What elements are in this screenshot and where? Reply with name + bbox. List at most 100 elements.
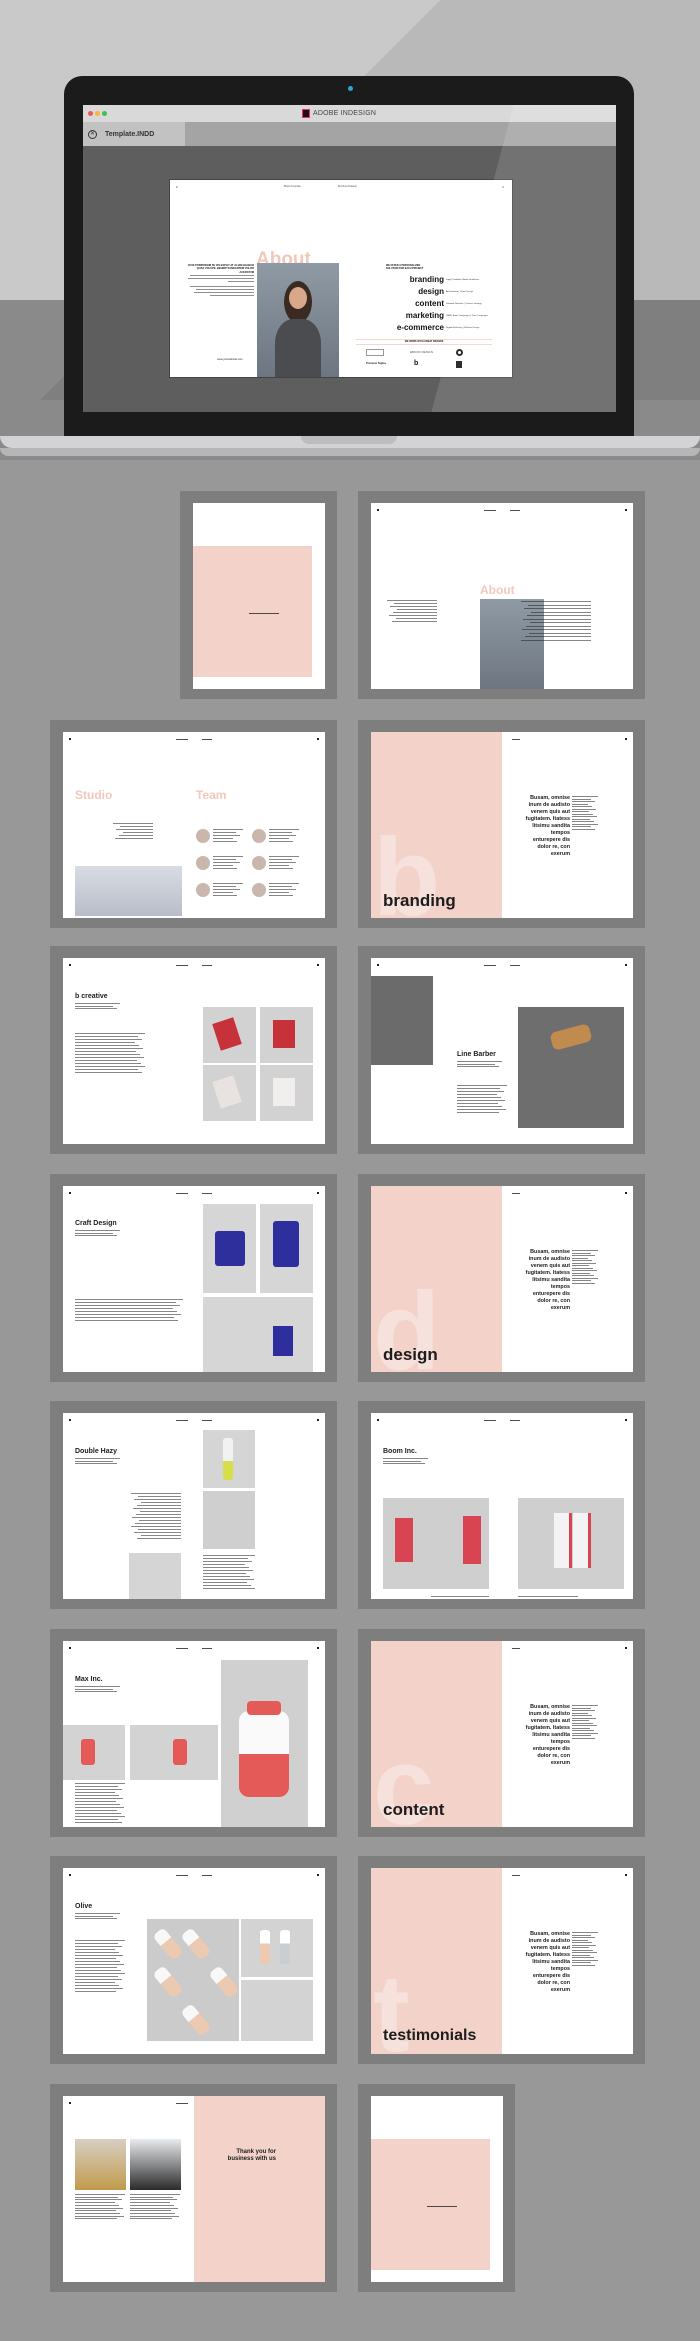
text-line <box>572 1932 598 1933</box>
service-content: content <box>415 299 444 308</box>
package-mockup <box>273 1078 295 1106</box>
thumbnail-line-barber[interactable]: Line Barber <box>358 946 645 1154</box>
text-line <box>75 1066 145 1067</box>
indesign-logo-icon <box>302 109 310 118</box>
text-line <box>213 835 240 836</box>
text-line <box>572 1952 597 1953</box>
page-number <box>625 509 627 511</box>
webcam-icon <box>348 86 353 91</box>
portrait-photo <box>480 599 544 689</box>
page-number <box>625 1647 627 1649</box>
text-line <box>113 823 153 824</box>
text-line <box>530 622 591 623</box>
minimize-window-button[interactable] <box>95 111 100 116</box>
running-header <box>510 510 520 511</box>
text-line <box>213 892 233 893</box>
text-line <box>75 1961 120 1962</box>
close-window-button[interactable] <box>88 111 93 116</box>
thumbnail-boom-inc[interactable]: Boom Inc. <box>358 1401 645 1609</box>
text-line <box>572 1732 598 1734</box>
text-line <box>269 868 293 869</box>
text-line <box>572 1277 598 1279</box>
section-title: design <box>383 1345 438 1364</box>
text-line <box>457 1063 495 1065</box>
thumbnail-max-inc[interactable]: Max Inc. <box>50 1629 337 1837</box>
text-line <box>522 629 591 630</box>
text-line <box>457 1088 500 1089</box>
tab-template-indd[interactable]: ✕ Template.INDD <box>83 122 185 146</box>
service-branding: branding <box>409 275 444 284</box>
text-line <box>521 601 591 602</box>
thumbnail-craft-design[interactable]: Craft Design <box>50 1174 337 1382</box>
text-line <box>75 1964 124 1965</box>
text-line <box>213 865 233 866</box>
text-line <box>394 603 437 604</box>
intro-heading: DUIS PORROSSIM TE VIS EXPLIT AT ALIAM HI… <box>188 264 254 274</box>
text-line <box>75 1991 116 1992</box>
text-line <box>269 829 299 830</box>
page-testimonials: t testimonials Busam, omnise inum de audis… <box>371 1868 633 2054</box>
section-intro-text: Busam, omnise inum de audisto venem quis… <box>525 1249 570 1311</box>
page-double-hazy: Double Hazy <box>63 1413 325 1599</box>
text-line <box>130 2218 172 2220</box>
cover-caption <box>249 613 279 614</box>
text-line <box>383 1463 425 1464</box>
text-line <box>75 1804 120 1805</box>
app-title: ADOBE INDESIGN <box>302 108 376 119</box>
thumbnail-double-hazy[interactable]: Double Hazy <box>50 1401 337 1609</box>
close-circle-icon[interactable]: ✕ <box>88 129 97 139</box>
text-line <box>138 1496 181 1497</box>
text-line <box>203 1567 249 1568</box>
studio-photo <box>75 866 182 916</box>
page-number <box>69 2102 71 2104</box>
page-content: c content Busam, omnise inum de audisto ve… <box>371 1641 633 1827</box>
text-line <box>75 1813 121 1814</box>
brands-heading: WE WORK WITH GREAT BRANDS <box>404 340 444 343</box>
thumbnail-about[interactable]: About <box>358 491 645 699</box>
service-detail: Logo | Portfolio | Brand Guidelines <box>446 279 480 281</box>
section-title: content <box>383 1800 445 1819</box>
text-line <box>75 2204 119 2206</box>
text-line <box>130 2199 177 2201</box>
team-title: Team <box>196 788 227 802</box>
thumbnail-studio-team[interactable]: Studio Team <box>50 720 337 928</box>
thumbnail-olive[interactable]: Olive <box>50 1856 337 2064</box>
thumbnail-branding[interactable]: b branding Busam, omnise inum de audisto v… <box>358 720 645 928</box>
thumbnail-b-creative[interactable]: b creative <box>50 946 337 1154</box>
text-line <box>75 2202 115 2204</box>
thumbnail-testimonials[interactable]: t testimonials Busam, omnise inum de audis… <box>358 1856 645 2064</box>
text-line <box>75 1918 117 1919</box>
text-line <box>524 608 591 609</box>
text-line <box>457 1103 498 1104</box>
running-header <box>510 1420 520 1421</box>
laptop-notch <box>301 436 397 444</box>
document-spread[interactable]: 2 Brand Template Brochure/Catalog 3 Abou… <box>170 180 512 377</box>
thumbnail-design[interactable]: d design Busam, omnise inum de audisto ven… <box>358 1174 645 1382</box>
cover-caption <box>427 2206 457 2207</box>
thumbnail-cover[interactable] <box>180 491 337 699</box>
text-line <box>138 1529 181 1530</box>
thumbnail-content[interactable]: c content Busam, omnise inum de audisto ve… <box>358 1629 645 1837</box>
thumbnail-back-cover[interactable] <box>358 2084 515 2292</box>
text-line <box>75 1970 121 1971</box>
text-line <box>572 1250 598 1251</box>
bottle-cap <box>247 1701 281 1715</box>
zoom-window-button[interactable] <box>102 111 107 116</box>
team-member-avatar <box>252 829 266 843</box>
text-line <box>523 618 591 620</box>
text-line <box>203 1579 254 1580</box>
text-line <box>75 1822 122 1823</box>
thumbnail-thank-you[interactable]: Thank you for business with us <box>50 2084 337 2292</box>
offer-heading: WE OFFER A PERSONALIZED SOLUTION FOR EAC… <box>386 264 424 270</box>
page-back-cover <box>371 2096 503 2282</box>
text-line <box>203 1573 246 1574</box>
section-title: branding <box>383 891 456 910</box>
barber-photo <box>371 976 433 1065</box>
text-line <box>457 1061 502 1062</box>
text-line <box>269 892 289 893</box>
product-photo <box>203 1491 255 1549</box>
text-line <box>203 1582 247 1583</box>
binder-mockup <box>463 1516 481 1564</box>
thank-you-color-panel <box>194 2096 325 2282</box>
can-mockup <box>223 1438 233 1480</box>
